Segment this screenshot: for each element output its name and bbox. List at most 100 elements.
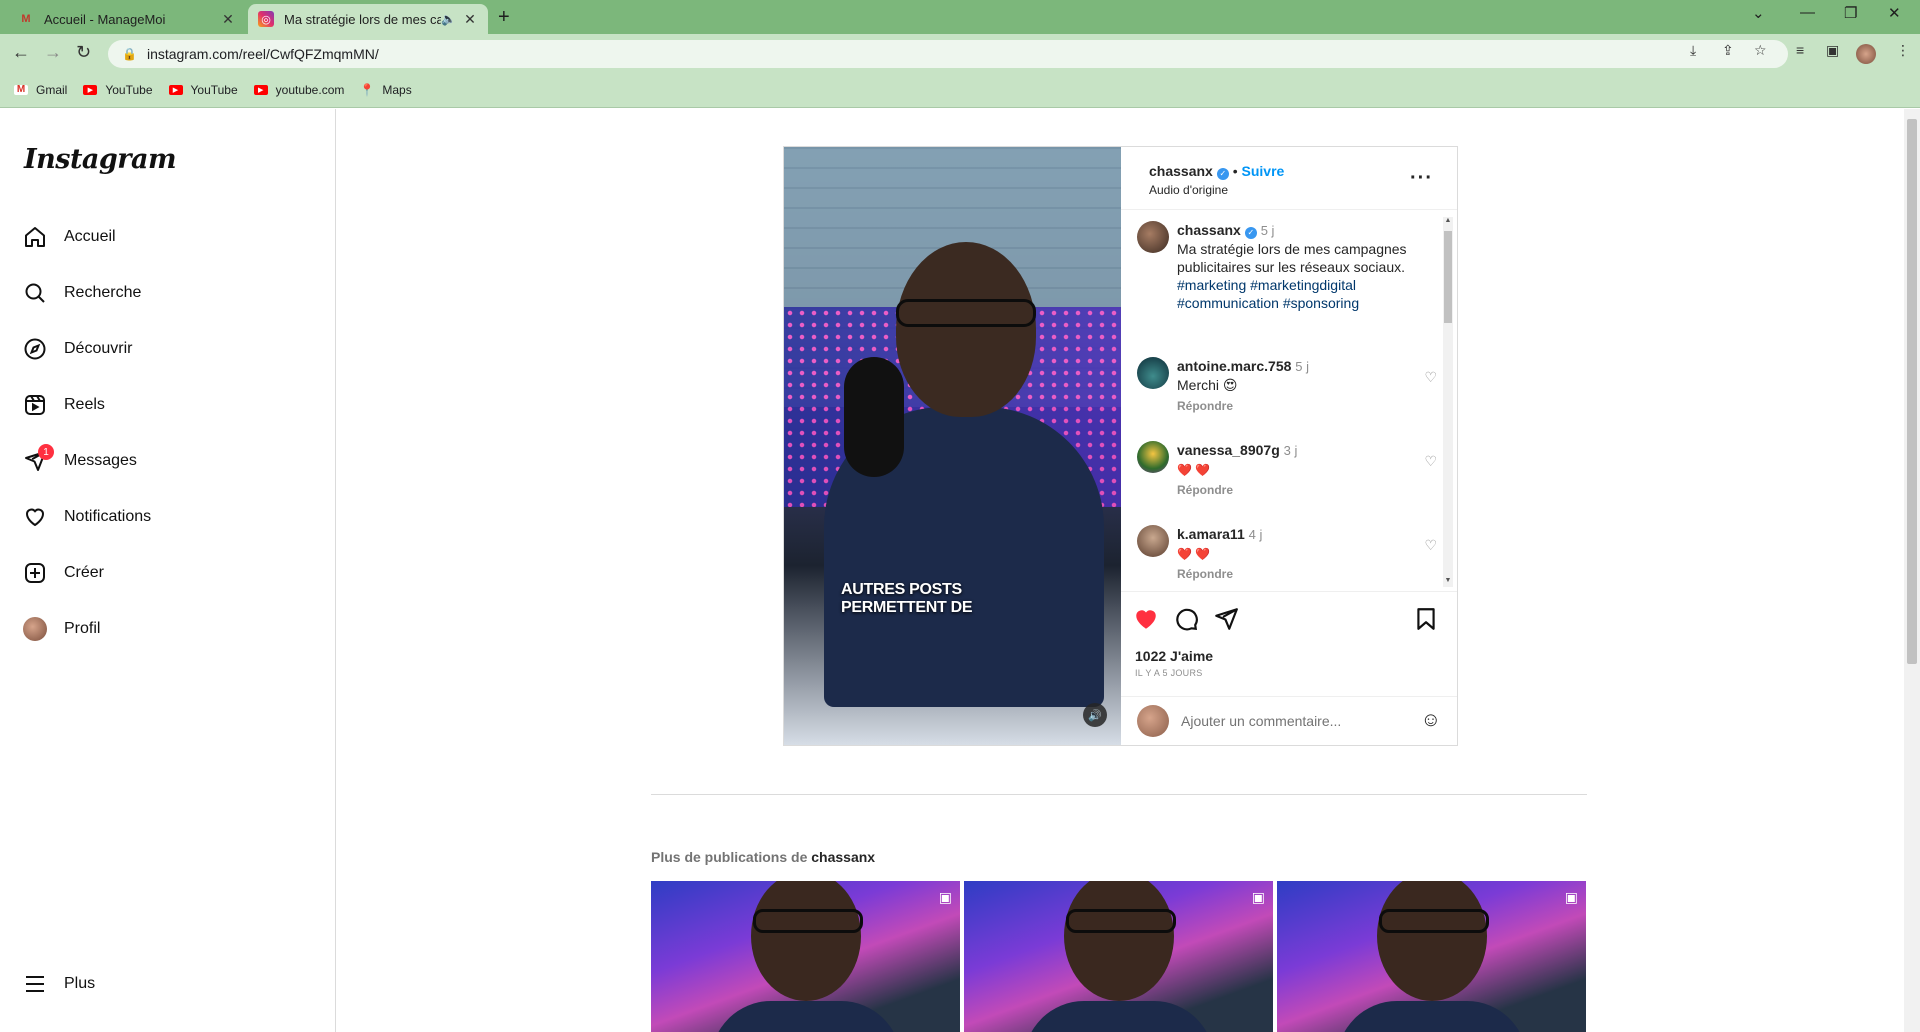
speaker-icon[interactable]: 🔈 [441,12,456,26]
minimize-icon[interactable]: — [1800,4,1815,21]
avatar[interactable] [1137,357,1169,389]
close-icon[interactable]: ✕ [220,11,236,28]
like-comment-heart-icon[interactable]: ♡ [1424,453,1437,470]
close-window-icon[interactable]: ✕ [1888,4,1901,22]
bookmark-star-icon[interactable]: ☆ [1754,42,1767,59]
comment-username[interactable]: k.amara11 [1177,526,1245,542]
scroll-down-arrow-icon[interactable]: ▼ [1443,577,1453,587]
more-posts-prefix: Plus de publications de [651,849,808,865]
comments-scrollbar[interactable]: ▲ ▼ [1443,217,1453,587]
search-icon [22,280,48,306]
side-panel-icon[interactable]: ▣ [1826,42,1839,59]
sidebar-item-profile[interactable]: Profil [22,609,100,649]
sidebar-item-reels[interactable]: Reels [22,385,105,425]
verified-badge-icon: ✓ [1244,227,1257,239]
browser-tab-strip: M Accueil - ManageMoi ✕ ◎ Ma stratégie l… [0,0,1920,34]
hamburger-menu-icon [22,971,48,997]
save-bookmark-icon[interactable] [1413,606,1441,634]
media-control-icon[interactable]: ≡ [1796,42,1804,58]
sidebar-item-more[interactable]: Plus [22,964,95,1004]
more-posts-username[interactable]: chassanx [811,849,875,865]
video-person-head [896,242,1036,417]
sidebar-item-label: Accueil [64,228,116,245]
reel-badge-icon: ▣ [938,889,952,905]
comment-username[interactable]: antoine.marc.758 [1177,358,1291,374]
bookmarks-bar: M Gmail ▶ YouTube ▶ YouTube ▶ youtube.co… [0,72,1920,108]
reload-icon[interactable]: ↻ [76,42,91,63]
sidebar-item-label: Découvrir [64,340,133,357]
comment-username[interactable]: vanessa_8907g [1177,442,1280,458]
separator-dot: • [1232,163,1238,179]
section-divider [651,794,1587,795]
tab-managemoi[interactable]: M Accueil - ManageMoi ✕ [8,4,246,34]
maps-pin-icon: 📍 [359,82,375,97]
heart-icon [22,504,48,530]
more-options-icon[interactable]: ··· [1410,167,1433,190]
close-icon[interactable]: ✕ [462,11,478,28]
sidebar-item-label: Notifications [64,508,152,525]
author-username[interactable]: chassanx [1149,163,1213,179]
avatar[interactable] [1137,525,1169,557]
create-icon [22,560,48,586]
new-tab-icon[interactable]: + [498,6,510,29]
likes-count[interactable]: 1022 J'aime [1135,648,1213,664]
bookmark-label: YouTube [105,82,153,97]
reel-video[interactable]: AUTRES POSTS PERMETTENT DE 🔊 [784,147,1121,745]
comment-input[interactable]: Ajouter un commentaire... [1181,713,1341,729]
avatar[interactable] [1137,221,1169,253]
audio-source-link[interactable]: Audio d'origine [1149,183,1228,197]
gmail-icon: M [14,84,28,95]
chrome-menu-icon[interactable]: ⋮ [1896,42,1910,59]
sidebar-item-search[interactable]: Recherche [22,273,141,313]
avatar[interactable] [1137,441,1169,473]
verified-badge-icon: ✓ [1216,168,1229,180]
lock-icon[interactable]: 🔒 [122,47,137,61]
comments-scroll-thumb[interactable] [1444,231,1452,323]
comment-bubble-icon[interactable] [1173,606,1201,634]
share-icon[interactable]: ⇪ [1722,42,1734,59]
post-author: chassanx ✓ • Suivre [1149,163,1284,180]
instagram-logo[interactable]: Instagram [24,144,177,175]
sidebar-item-label: Reels [64,396,105,413]
speaker-icon[interactable]: 🔊 [1083,703,1107,727]
bookmark-youtube-com[interactable]: ▶ youtube.com [253,83,344,97]
bookmark-youtube-2[interactable]: ▶ YouTube [168,83,238,97]
tab-search-icon[interactable]: ⌄ [1752,4,1765,22]
reply-button[interactable]: Répondre [1177,567,1233,581]
more-post-thumbnail[interactable]: ▣ [1277,881,1586,1032]
follow-button[interactable]: Suivre [1242,163,1285,179]
like-comment-heart-icon[interactable]: ♡ [1424,369,1437,386]
sidebar-item-explore[interactable]: Découvrir [22,329,132,369]
bookmark-maps[interactable]: 📍 Maps [359,82,412,97]
share-icon[interactable] [1213,606,1241,634]
profile-avatar-icon[interactable] [1856,44,1876,64]
thumbnail-shirt [711,1001,901,1032]
bookmark-youtube[interactable]: ▶ YouTube [83,82,153,97]
install-icon[interactable]: ⤓ [1690,42,1696,59]
hashtags[interactable]: #marketing #marketingdigital #communicat… [1177,277,1359,311]
page-scroll-thumb[interactable] [1907,119,1917,664]
sidebar-item-home[interactable]: Accueil [22,217,116,257]
page-scrollbar[interactable] [1904,109,1920,1032]
like-comment-heart-icon[interactable]: ♡ [1424,537,1437,554]
like-heart-icon[interactable] [1133,606,1161,634]
address-bar[interactable]: 🔒 instagram.com/reel/CwfQFZmqmMN/ [108,40,1788,68]
restore-icon[interactable]: ❐ [1844,4,1857,22]
back-icon[interactable]: ← [12,42,30,63]
thumbnail-face [751,881,861,1001]
sidebar-item-messages[interactable]: 1 Messages [22,441,137,481]
scroll-up-arrow-icon[interactable]: ▲ [1443,217,1453,227]
sidebar-item-create[interactable]: Créer [22,553,104,593]
forward-icon[interactable]: → [44,42,62,63]
tab-instagram-reel[interactable]: ◎ Ma stratégie lors de mes campagnes 🔈 ✕ [248,4,488,34]
reply-button[interactable]: Répondre [1177,483,1233,497]
sidebar-item-notifications[interactable]: Notifications [22,497,151,537]
reply-button[interactable]: Répondre [1177,399,1233,413]
more-post-thumbnail[interactable]: ▣ [651,881,960,1032]
home-icon [22,224,48,250]
bookmark-gmail[interactable]: M Gmail [14,83,67,97]
more-post-thumbnail[interactable]: ▣ [964,881,1273,1032]
comment-username[interactable]: chassanx [1177,222,1241,238]
sidebar-item-label: Recherche [64,284,142,301]
emoji-icon[interactable]: ☺ [1421,709,1441,732]
